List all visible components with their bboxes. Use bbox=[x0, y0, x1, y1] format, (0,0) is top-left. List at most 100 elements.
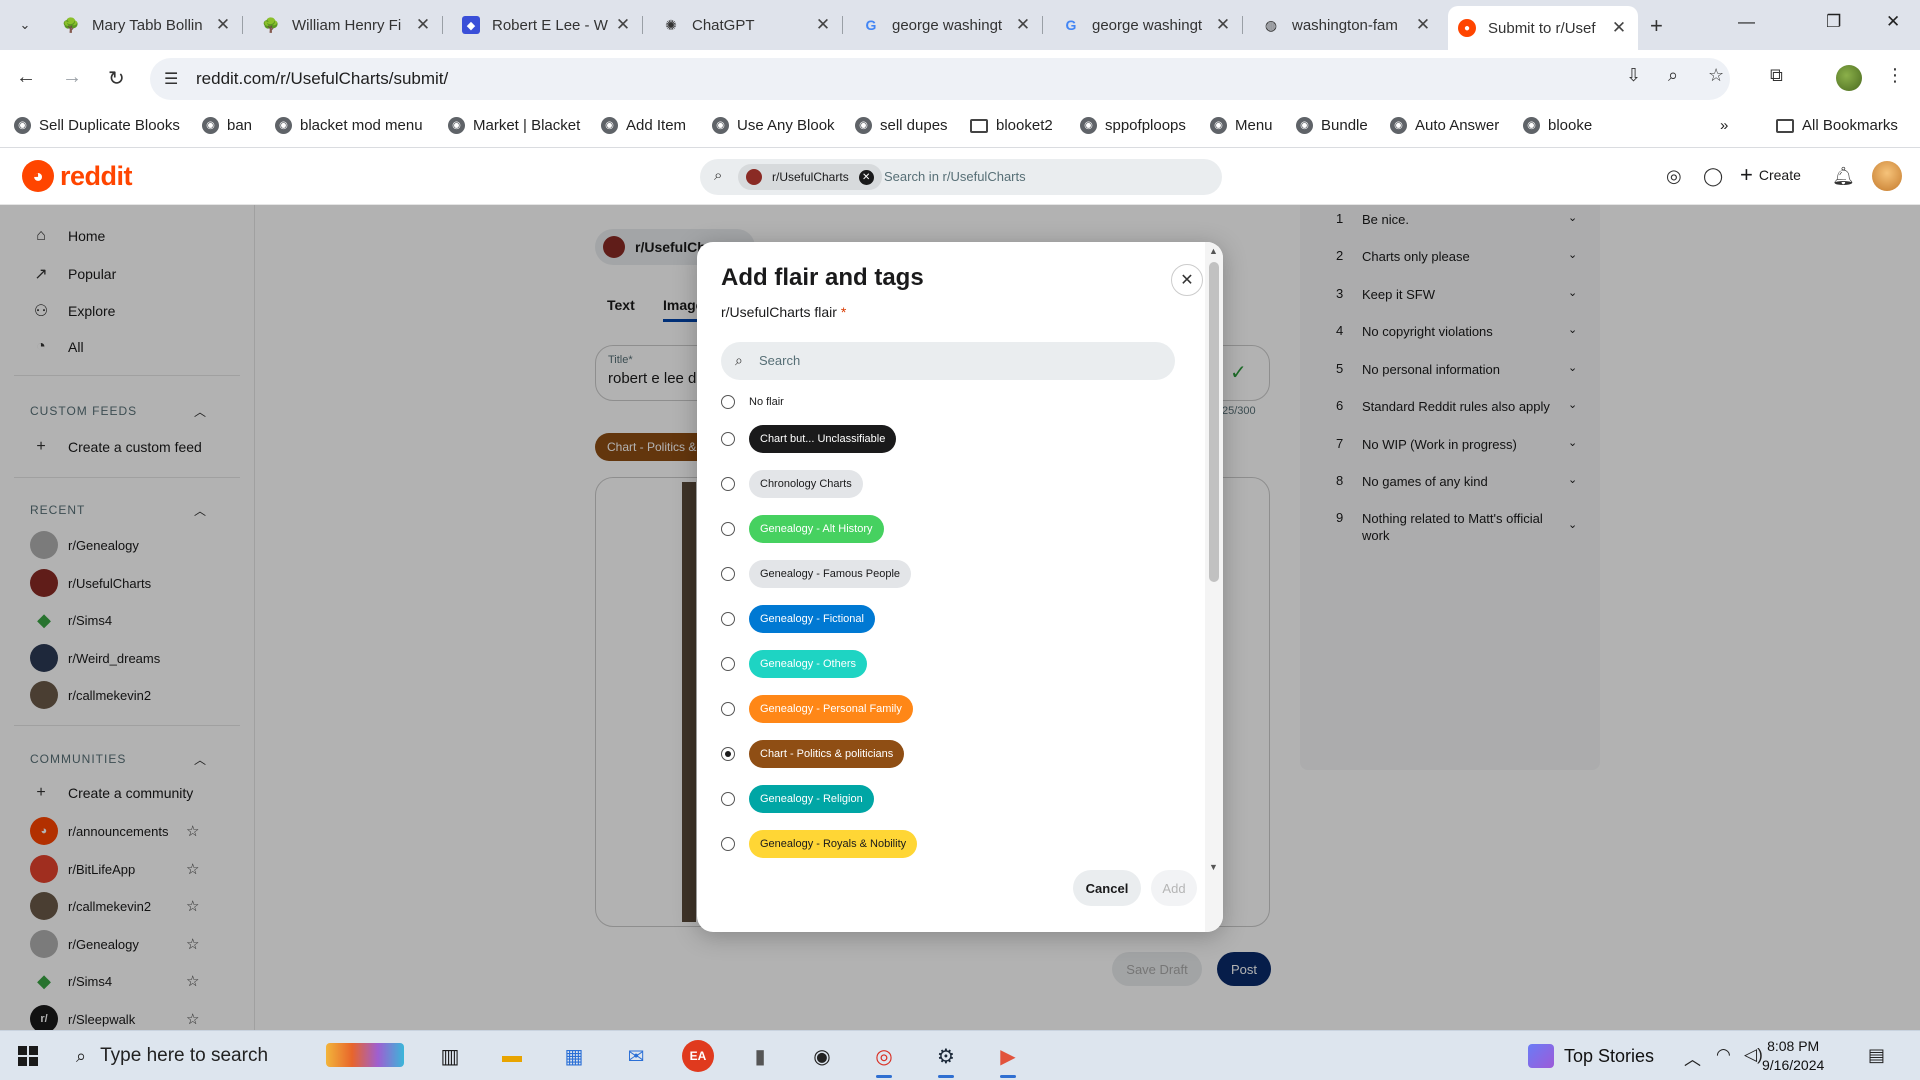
radio-button[interactable] bbox=[721, 567, 735, 581]
flair-search-input[interactable]: ⌕ Search bbox=[721, 342, 1175, 380]
close-icon[interactable]: ✕ bbox=[414, 15, 432, 35]
more-bookmarks-icon[interactable]: » bbox=[1720, 117, 1728, 134]
flair-option[interactable]: Genealogy - Royals & Nobility bbox=[721, 829, 918, 859]
scroll-down-icon[interactable]: ▼ bbox=[1209, 862, 1218, 872]
flair-option[interactable]: Chart but... Unclassifiable bbox=[721, 424, 897, 454]
close-icon[interactable]: ✕ bbox=[1014, 15, 1032, 35]
flair-option[interactable]: Genealogy - Others bbox=[721, 649, 867, 679]
bookmark-item[interactable]: ◉ sppofploops bbox=[1080, 117, 1186, 134]
new-tab-button[interactable]: + bbox=[1650, 13, 1663, 39]
radio-button[interactable] bbox=[721, 657, 735, 671]
radio-button[interactable] bbox=[721, 612, 735, 626]
media-player-icon[interactable]: ▶ bbox=[992, 1040, 1024, 1078]
install-app-icon[interactable]: ⇩ bbox=[1626, 65, 1641, 86]
flair-option-none[interactable]: No flair bbox=[721, 387, 784, 417]
file-explorer-icon[interactable]: ▬ bbox=[496, 1040, 528, 1072]
close-icon[interactable]: ✕ bbox=[614, 15, 632, 35]
radio-button[interactable] bbox=[721, 522, 735, 536]
bookmark-item[interactable]: ◉ ban bbox=[202, 117, 252, 134]
obs-icon[interactable]: ◉ bbox=[806, 1040, 838, 1072]
taskbar-search-input[interactable]: ⌕ Type here to search bbox=[64, 1037, 414, 1075]
radio-button[interactable] bbox=[721, 702, 735, 716]
flair-option[interactable]: Genealogy - Personal Family bbox=[721, 694, 913, 724]
close-icon[interactable]: ✕ bbox=[214, 15, 232, 35]
bookmark-item[interactable]: ◉ Use Any Blook bbox=[712, 117, 835, 134]
bookmark-item[interactable]: ◉ Bundle bbox=[1296, 117, 1368, 134]
radio-button[interactable] bbox=[721, 477, 735, 491]
radio-button-checked[interactable] bbox=[721, 747, 735, 761]
bookmark-item[interactable]: ◉ Menu bbox=[1210, 117, 1273, 134]
mail-icon[interactable]: ✉ bbox=[620, 1040, 652, 1072]
browser-tab-active[interactable]: ● Submit to r/Usef ✕ bbox=[1448, 6, 1638, 50]
restore-icon[interactable]: ❐ bbox=[1826, 12, 1841, 32]
system-clock[interactable]: 8:08 PM 9/16/2024 bbox=[1762, 1037, 1824, 1075]
clear-chip-icon[interactable]: ✕ bbox=[858, 169, 874, 185]
chat-icon[interactable]: ◯ bbox=[1703, 166, 1723, 187]
volume-icon[interactable]: ◁) bbox=[1744, 1045, 1763, 1065]
flair-option[interactable]: Genealogy - Famous People bbox=[721, 559, 912, 589]
bookmark-item[interactable]: ◉ sell dupes bbox=[855, 117, 948, 134]
close-icon[interactable]: ✕ bbox=[1610, 18, 1628, 38]
dialog-scrollbar[interactable]: ▲ ▼ bbox=[1205, 242, 1223, 932]
forward-icon[interactable]: → bbox=[62, 66, 82, 89]
bookmark-folder[interactable]: blooket2 bbox=[970, 117, 1053, 134]
close-icon[interactable]: ✕ bbox=[1171, 264, 1203, 296]
scroll-up-icon[interactable]: ▲ bbox=[1209, 246, 1218, 256]
profile-avatar[interactable] bbox=[1836, 65, 1862, 91]
ea-app-icon[interactable]: EA bbox=[682, 1040, 714, 1072]
news-widget[interactable]: Top Stories bbox=[1528, 1044, 1654, 1068]
task-view-icon[interactable]: ▥ bbox=[434, 1040, 466, 1072]
chrome-icon[interactable]: ◎ bbox=[868, 1040, 900, 1078]
site-settings-icon[interactable]: ☰ bbox=[164, 69, 178, 89]
browser-tab[interactable]: ✺ ChatGPT ✕ bbox=[652, 8, 843, 42]
radio-button[interactable] bbox=[721, 792, 735, 806]
tab-search-icon[interactable]: ⌄ bbox=[12, 12, 38, 38]
bookmark-item[interactable]: ◉ Add Item bbox=[601, 117, 686, 134]
tray-chevron-up-icon[interactable]: ︿ bbox=[1684, 1045, 1701, 1070]
flair-option[interactable]: Chronology Charts bbox=[721, 469, 863, 499]
browser-tab[interactable]: G george washingt ✕ bbox=[1052, 8, 1243, 42]
bookmark-item[interactable]: ◉ Sell Duplicate Blooks bbox=[14, 117, 180, 134]
flair-option[interactable]: Genealogy - Alt History bbox=[721, 514, 884, 544]
radio-button[interactable] bbox=[721, 837, 735, 851]
radio-button[interactable] bbox=[721, 395, 735, 409]
bookmark-item[interactable]: ◉ blacket mod menu bbox=[275, 117, 423, 134]
bookmark-item[interactable]: ◉ Market | Blacket bbox=[448, 117, 580, 134]
steam-icon[interactable]: ⚙ bbox=[930, 1040, 962, 1078]
bookmark-star-icon[interactable]: ☆ bbox=[1708, 65, 1724, 86]
notifications-bell-icon[interactable]: 🔔︎ bbox=[1832, 166, 1855, 187]
close-icon[interactable]: ✕ bbox=[1214, 15, 1232, 35]
browser-tab[interactable]: ◍ washington-fam ✕ bbox=[1252, 8, 1442, 42]
extensions-icon[interactable]: ⧉ bbox=[1770, 65, 1783, 86]
flair-option[interactable]: Genealogy - Religion bbox=[721, 784, 874, 814]
browser-tab[interactable]: 🌳 Mary Tabb Bollin ✕ bbox=[52, 8, 243, 42]
flair-option[interactable]: Genealogy - Fictional bbox=[721, 604, 875, 634]
chrome-menu-icon[interactable]: ⋮ bbox=[1886, 65, 1904, 86]
bookmark-item[interactable]: ◉ Auto Answer bbox=[1390, 117, 1499, 134]
mouse-app-icon[interactable]: ▮ bbox=[744, 1040, 776, 1072]
back-icon[interactable]: ← bbox=[16, 66, 36, 89]
flair-option-selected[interactable]: Chart - Politics & politicians bbox=[721, 739, 905, 769]
all-bookmarks[interactable]: All Bookmarks bbox=[1776, 117, 1898, 134]
reload-icon[interactable]: ↻ bbox=[108, 66, 125, 91]
bookmark-item[interactable]: ◉ blooke bbox=[1523, 117, 1592, 134]
radio-button[interactable] bbox=[721, 432, 735, 446]
url-field[interactable]: ☰ reddit.com/r/UsefulCharts/submit/ bbox=[150, 58, 1730, 100]
close-window-icon[interactable]: ✕ bbox=[1886, 12, 1900, 32]
add-button[interactable]: Add bbox=[1151, 870, 1197, 906]
cancel-button[interactable]: Cancel bbox=[1073, 870, 1141, 906]
microsoft-store-icon[interactable]: ▦ bbox=[558, 1040, 590, 1072]
user-avatar[interactable] bbox=[1872, 161, 1902, 191]
close-icon[interactable]: ✕ bbox=[1414, 15, 1432, 35]
browser-tab[interactable]: ◆ Robert E Lee - W ✕ bbox=[452, 8, 643, 42]
minimize-icon[interactable]: — bbox=[1738, 12, 1755, 32]
reddit-logo[interactable]: ◕ reddit bbox=[22, 160, 133, 192]
search-input[interactable]: ⌕ r/UsefulCharts ✕ Search in r/UsefulCha… bbox=[700, 159, 1222, 195]
scrollbar-thumb[interactable] bbox=[1209, 262, 1219, 582]
advertise-icon[interactable]: ◎ bbox=[1666, 166, 1682, 187]
wifi-icon[interactable]: ◠ bbox=[1716, 1045, 1731, 1065]
notifications-icon[interactable]: ▤ bbox=[1868, 1045, 1885, 1066]
create-post-button[interactable]: + Create bbox=[1740, 164, 1801, 186]
windows-start-icon[interactable] bbox=[18, 1046, 38, 1066]
close-icon[interactable]: ✕ bbox=[814, 15, 832, 35]
